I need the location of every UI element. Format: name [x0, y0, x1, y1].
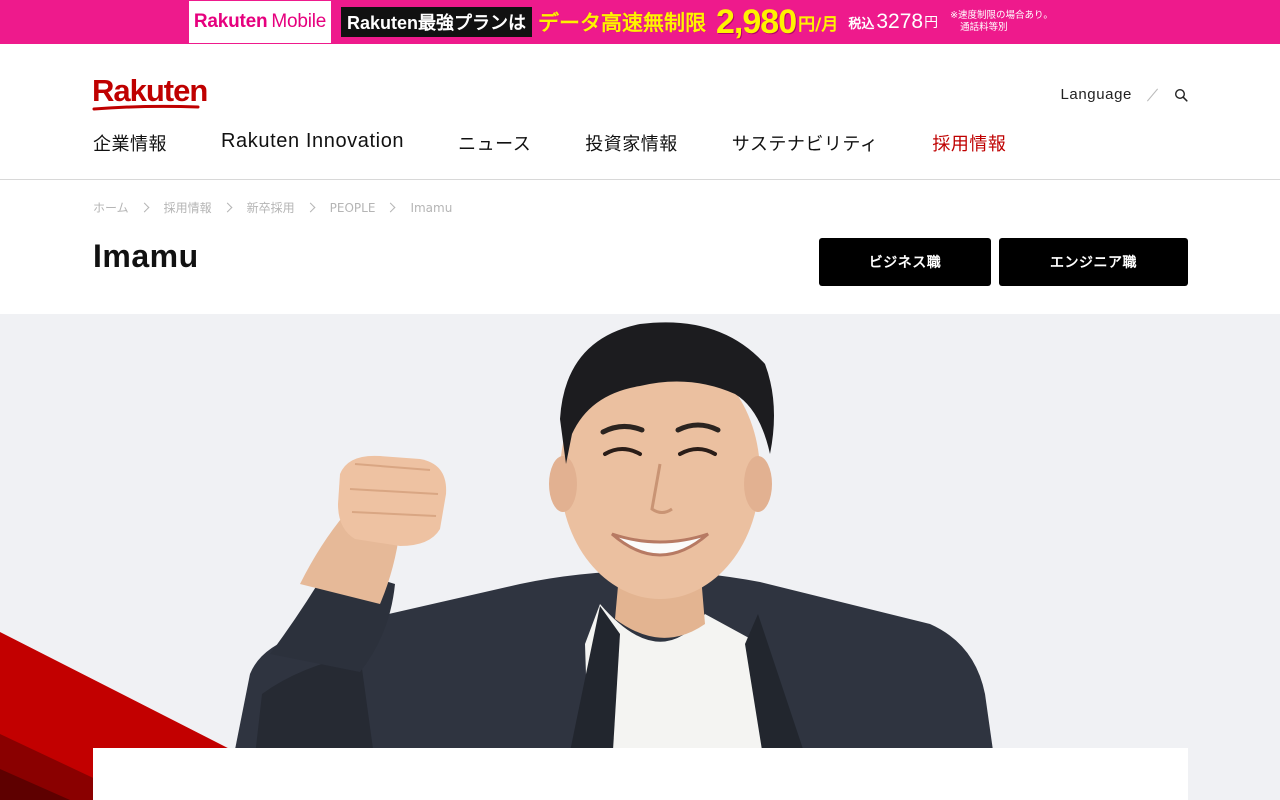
site-header: Rakuten Language 企業情報 Rakuten Innovation… [0, 44, 1280, 180]
main-nav: 企業情報 Rakuten Innovation ニュース 投資家情報 サステナビ… [93, 130, 1060, 156]
nav-item-careers[interactable]: 採用情報 [932, 130, 1006, 156]
promo-plan-label: Rakuten最強プランは [341, 7, 533, 37]
rakuten-mobile-logo: Rakuten Mobile [189, 1, 331, 43]
engineer-jobs-button[interactable]: エンジニア職 [999, 238, 1188, 286]
rakuten-logo[interactable]: Rakuten [92, 75, 208, 106]
promo-note: ※速度制限の場合あり。 通話料等別 [950, 10, 1053, 34]
promo-data-label: データ高速無制限 [538, 11, 707, 35]
nav-item-corporate[interactable]: 企業情報 [93, 130, 167, 156]
business-jobs-button[interactable]: ビジネス職 [819, 238, 991, 286]
promo-note-line2: 通話料等別 [960, 22, 1008, 33]
hero-photo [0, 314, 1280, 800]
promo-content[interactable]: Rakuten Mobile Rakuten最強プランは データ高速無制限 2,9… [189, 1, 1053, 43]
promo-banner[interactable]: Rakuten Mobile Rakuten最強プランは データ高速無制限 2,9… [0, 0, 1280, 44]
language-link[interactable]: Language [1060, 86, 1132, 103]
promo-note-line1: ※速度制限の場合あり。 [950, 10, 1053, 21]
content-card [93, 748, 1188, 800]
breadcrumb-current: Imamu [410, 200, 453, 215]
breadcrumb-home[interactable]: ホーム [93, 199, 129, 216]
breadcrumb-people[interactable]: PEOPLE [330, 201, 376, 215]
promo-tax-label: 税込 [848, 16, 875, 32]
breadcrumb: ホーム 採用情報 新卒採用 PEOPLE Imamu [93, 199, 452, 216]
utility-divider [1146, 88, 1160, 102]
chevron-right-icon [222, 202, 233, 213]
promo-price: 2,980 [716, 3, 797, 41]
promo-logo-brand: Rakuten [193, 11, 268, 32]
promo-tax-unit: 円 [924, 15, 939, 31]
header-utilities: Language [1060, 86, 1188, 103]
promo-logo-product: Mobile [271, 11, 327, 32]
breadcrumb-careers[interactable]: 採用情報 [164, 199, 212, 216]
breadcrumb-new-grad[interactable]: 新卒採用 [247, 199, 295, 216]
nav-item-news[interactable]: ニュース [458, 130, 531, 156]
page-title: Imamu [93, 238, 199, 274]
nav-item-investors[interactable]: 投資家情報 [585, 130, 678, 156]
chevron-right-icon [305, 202, 316, 213]
nav-item-rakuten-innovation[interactable]: Rakuten Innovation [221, 130, 404, 156]
chevron-right-icon [139, 202, 150, 213]
search-icon[interactable] [1174, 88, 1188, 102]
promo-price-unit: 円/月 [798, 14, 839, 35]
logo-swoosh-icon [92, 104, 200, 111]
chevron-right-icon [386, 202, 396, 213]
promo-tax-amount: 3278 [876, 10, 924, 33]
nav-item-sustainability[interactable]: サステナビリティ [732, 130, 879, 156]
hero-section [0, 314, 1280, 800]
